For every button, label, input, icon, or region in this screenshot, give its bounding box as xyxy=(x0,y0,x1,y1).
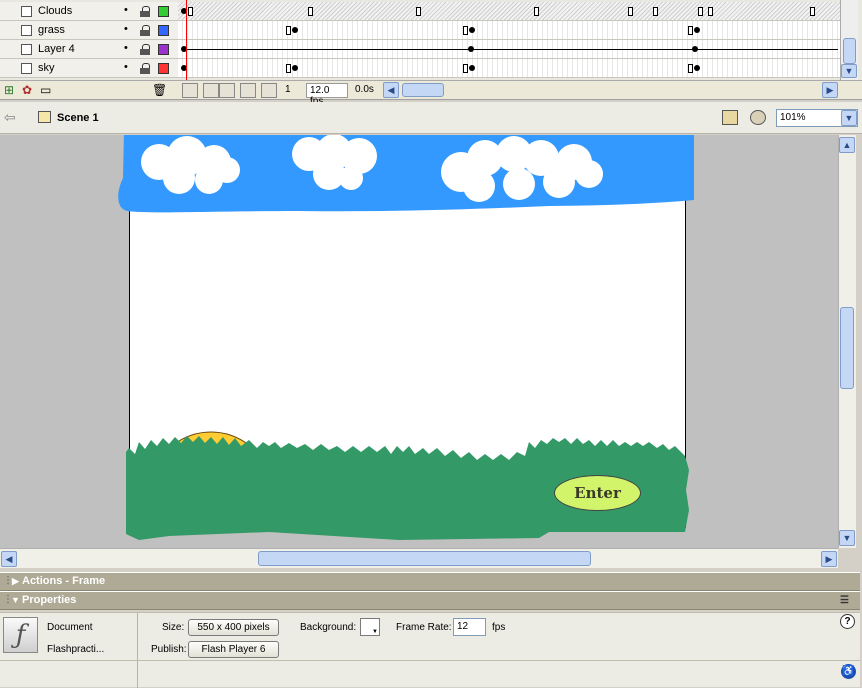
outline-color-swatch[interactable] xyxy=(158,44,169,55)
layer-page-icon xyxy=(21,44,32,55)
divider xyxy=(137,613,138,688)
divider xyxy=(0,660,860,661)
layer-row-sky[interactable]: sky • xyxy=(0,59,178,78)
accessibility-icon[interactable]: ♿ xyxy=(841,664,856,679)
frames-row-sky[interactable] xyxy=(178,59,840,78)
edit-multiple-frames-button[interactable] xyxy=(240,83,256,98)
scroll-left-arrow-icon[interactable]: ◀ xyxy=(1,551,17,567)
enter-button[interactable]: Enter xyxy=(554,475,641,511)
flash-document-icon: ƒ xyxy=(3,617,38,653)
stage-workspace: Enter xyxy=(0,135,838,548)
onion-skin-button[interactable] xyxy=(203,83,219,98)
document-size-button[interactable]: 550 x 400 pixels xyxy=(188,619,279,636)
properties-panel: ƒ Document Flashpracti... Size: 550 x 40… xyxy=(0,612,860,688)
layer-row-grass[interactable]: grass • xyxy=(0,21,178,40)
properties-panel-header[interactable]: ⋮ ▼ Properties ☰ xyxy=(0,591,860,610)
edit-bar: ⇦ Scene 1 101% ▼ xyxy=(0,102,862,134)
size-label: Size: xyxy=(162,622,185,633)
stage-canvas: Enter xyxy=(118,135,694,540)
collapse-arrow-icon[interactable]: ▼ xyxy=(11,595,20,605)
layer-name: grass xyxy=(38,24,65,36)
fps-unit-label: fps xyxy=(492,622,506,633)
edit-scene-icon[interactable] xyxy=(722,110,738,125)
frames-row-layer-4[interactable] xyxy=(178,40,840,59)
current-frame-readout: 1 xyxy=(285,84,291,95)
scroll-down-arrow-icon[interactable]: ▼ xyxy=(839,530,855,546)
scroll-up-arrow-icon[interactable]: ▲ xyxy=(839,137,855,153)
scroll-left-arrow-icon[interactable]: ◀ xyxy=(383,82,399,98)
insert-layer-icon[interactable]: ⊞ xyxy=(4,83,14,97)
onion-skin-outlines-button[interactable] xyxy=(219,83,235,98)
layer-page-icon xyxy=(21,25,32,36)
visibility-dot[interactable]: • xyxy=(124,4,128,16)
outline-color-swatch[interactable] xyxy=(158,63,169,74)
visibility-dot[interactable]: • xyxy=(124,42,128,54)
zoom-dropdown[interactable]: 101% ▼ xyxy=(776,109,858,127)
document-name: Flashpracti... xyxy=(47,644,105,655)
layer-page-icon xyxy=(21,6,32,17)
layer-name: sky xyxy=(38,62,55,74)
layer-name: Layer 4 xyxy=(38,43,75,55)
modify-onion-markers-button[interactable] xyxy=(261,83,277,98)
layer-name: Clouds xyxy=(38,5,73,17)
delete-layer-icon[interactable]: 🗑 xyxy=(152,83,167,97)
chevron-down-icon: ▼ xyxy=(372,629,378,635)
panel-options-menu-icon[interactable]: ☰ xyxy=(840,595,849,606)
timeline-panel: Clouds • grass • Layer 4 • sky • ▼ ⊞ ✿ ▭… xyxy=(0,0,862,107)
back-arrow-icon[interactable]: ⇦ xyxy=(4,109,16,126)
stage-vertical-scrollbar[interactable]: ▲ ▼ xyxy=(838,135,856,548)
insert-folder-icon[interactable]: ▭ xyxy=(40,83,51,97)
layer-row-layer-4[interactable]: Layer 4 • xyxy=(0,40,178,59)
scroll-down-arrow-icon[interactable]: ▼ xyxy=(841,64,857,78)
lock-icon[interactable] xyxy=(140,25,150,36)
actions-panel-header[interactable]: ⋮ ▶ Actions - Frame xyxy=(0,572,860,591)
scroll-right-arrow-icon[interactable]: ▶ xyxy=(821,551,837,567)
stage-hscroll-thumb[interactable] xyxy=(258,551,591,566)
frame-rate-readout[interactable]: 12.0 fps xyxy=(306,83,348,107)
outline-color-swatch[interactable] xyxy=(158,6,169,17)
elapsed-time-readout: 0.0s xyxy=(355,84,374,95)
lock-icon[interactable] xyxy=(140,63,150,74)
frame-rate-input[interactable]: 12 xyxy=(453,618,486,636)
scene-clapper-icon xyxy=(38,111,51,123)
stage-vscroll-thumb[interactable] xyxy=(840,307,854,389)
frames-row-clouds[interactable] xyxy=(178,2,840,21)
lock-icon[interactable] xyxy=(140,6,150,17)
actions-panel-title: Actions - Frame xyxy=(22,575,106,587)
background-color-swatch[interactable]: ▼ xyxy=(360,618,380,636)
zoom-value: 101% xyxy=(780,112,806,123)
layer-page-icon xyxy=(21,63,32,74)
layer-row-clouds[interactable]: Clouds • xyxy=(0,2,178,21)
expand-arrow-icon[interactable]: ▶ xyxy=(12,576,19,587)
publish-label: Publish: xyxy=(151,644,187,655)
document-type-label: Document xyxy=(47,622,93,633)
stage-horizontal-scrollbar[interactable]: ◀ ▶ xyxy=(0,548,838,568)
add-motion-guide-icon[interactable]: ✿ xyxy=(22,83,32,97)
visibility-dot[interactable]: • xyxy=(124,23,128,35)
stage-artwork xyxy=(118,135,694,540)
background-label: Background: xyxy=(300,622,357,633)
timeline-footer: ⊞ ✿ ▭ 🗑 1 12.0 fps 0.0s ◀ ▶ xyxy=(0,80,862,107)
edit-symbols-icon[interactable] xyxy=(750,110,766,125)
center-frame-button[interactable] xyxy=(182,83,198,98)
timeline-vertical-scrollbar[interactable]: ▼ xyxy=(840,0,858,80)
properties-panel-title: Properties xyxy=(22,594,77,606)
timeline-hscroll-thumb[interactable] xyxy=(402,83,444,97)
chevron-down-icon[interactable]: ▼ xyxy=(841,110,857,126)
visibility-dot[interactable]: • xyxy=(124,61,128,73)
lock-icon[interactable] xyxy=(140,44,150,55)
frames-row-grass[interactable] xyxy=(178,21,840,40)
frame-rate-label: Frame Rate: xyxy=(396,622,452,633)
help-icon[interactable]: ? xyxy=(840,614,855,629)
scroll-right-arrow-icon[interactable]: ▶ xyxy=(822,82,838,98)
publish-settings-button[interactable]: Flash Player 6 xyxy=(188,641,279,658)
outline-color-swatch[interactable] xyxy=(158,25,169,36)
scene-name: Scene 1 xyxy=(57,112,99,124)
